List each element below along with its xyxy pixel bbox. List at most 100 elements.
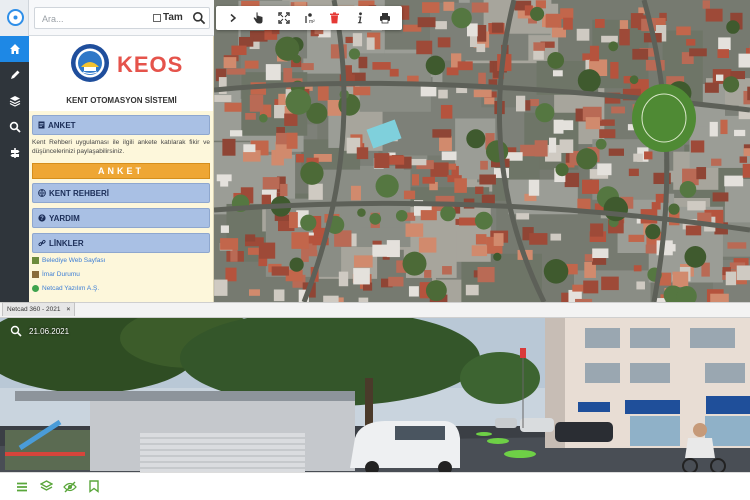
roof xyxy=(592,248,609,259)
bookmark-button[interactable] xyxy=(82,477,106,497)
roof xyxy=(563,17,573,30)
layers-icon xyxy=(9,96,20,107)
roof xyxy=(239,36,254,47)
trash-icon xyxy=(329,12,339,24)
measure-button[interactable]: m² xyxy=(300,9,318,27)
roof xyxy=(296,153,304,163)
print-button[interactable] xyxy=(376,9,394,27)
roof xyxy=(736,265,750,281)
roof xyxy=(308,183,323,200)
roof xyxy=(601,35,618,43)
section-yardim[interactable]: ? YARDIM xyxy=(32,208,210,228)
section-anket[interactable]: ANKET xyxy=(32,115,210,135)
search-input[interactable] xyxy=(42,11,147,26)
layers-toggle-button[interactable] xyxy=(34,477,58,497)
roof xyxy=(225,267,237,282)
bottom-toolbar xyxy=(0,472,750,500)
map-view[interactable] xyxy=(214,0,750,302)
info-button[interactable] xyxy=(351,9,369,27)
street-panorama[interactable] xyxy=(0,318,750,472)
roof xyxy=(409,158,427,166)
roof xyxy=(696,167,707,180)
roof xyxy=(589,45,600,62)
chevron-right-icon xyxy=(230,13,236,23)
layers-icon xyxy=(39,480,53,491)
road-marking xyxy=(504,450,536,458)
search-submit-button[interactable] xyxy=(192,11,206,30)
roof xyxy=(291,232,309,249)
flag xyxy=(520,348,526,358)
roof xyxy=(720,119,728,135)
roof xyxy=(471,2,489,13)
roof xyxy=(411,174,420,186)
pan-tool-button[interactable] xyxy=(249,9,267,27)
roof xyxy=(432,129,452,138)
street-view[interactable]: 21.06.2021 xyxy=(0,318,750,472)
panel-header: KEOS KENT OTOMASYON SİSTEMİ xyxy=(29,36,213,111)
roof xyxy=(690,140,705,153)
app-logo-icon[interactable] xyxy=(7,9,24,26)
tab-close-button[interactable]: × xyxy=(66,306,70,313)
roof xyxy=(689,48,707,57)
roof xyxy=(743,148,750,157)
roof xyxy=(283,68,293,83)
roof xyxy=(273,289,285,302)
aerial-imagery[interactable] xyxy=(214,0,750,302)
roof xyxy=(224,102,242,112)
clear-button[interactable] xyxy=(325,9,343,27)
link-netcad[interactable]: Netcad Yazılım A.Ş. xyxy=(32,285,99,292)
roof xyxy=(727,242,747,249)
visibility-toggle-button[interactable] xyxy=(58,477,82,497)
roof xyxy=(372,62,391,70)
fullscreen-button[interactable] xyxy=(275,9,293,27)
roof xyxy=(742,163,750,178)
search-box: Tam xyxy=(34,7,210,29)
anket-button[interactable]: ANKET xyxy=(32,163,210,179)
link-belediye[interactable]: Belediye Web Sayfası xyxy=(32,257,105,264)
roof xyxy=(717,49,729,59)
roof xyxy=(220,238,239,250)
roof xyxy=(388,155,405,165)
roof xyxy=(560,8,574,20)
roof xyxy=(480,160,488,170)
shop-sign xyxy=(578,402,610,412)
menu-button[interactable] xyxy=(10,477,34,497)
section-kent-rehberi[interactable]: KENT REHBERİ xyxy=(32,183,210,203)
measure-icon: m² xyxy=(305,13,315,24)
section-linkler[interactable]: LİNKLER xyxy=(32,233,210,253)
menu-icon xyxy=(17,482,27,491)
full-search-toggle[interactable]: Tam xyxy=(153,12,183,23)
tab-label: Netcad 360 - 2021 xyxy=(7,306,61,313)
roof xyxy=(417,17,436,28)
roof xyxy=(475,234,487,245)
hand-pointer-icon xyxy=(253,12,263,24)
fullscreen-icon xyxy=(277,12,290,24)
streetview-info-button[interactable] xyxy=(10,325,22,337)
print-icon xyxy=(380,13,391,24)
layers-button[interactable] xyxy=(0,88,29,114)
roof xyxy=(446,67,459,76)
full-search-checkbox[interactable] xyxy=(153,13,161,22)
roof xyxy=(520,144,537,157)
roof xyxy=(245,234,256,242)
roof xyxy=(686,39,696,46)
roof xyxy=(529,233,548,245)
link-imar[interactable]: İmar Durumu xyxy=(32,271,80,278)
search-tool-button[interactable] xyxy=(0,114,29,140)
home-button[interactable] xyxy=(0,36,29,62)
roof xyxy=(245,113,256,120)
pin-search-icon xyxy=(10,325,22,337)
draw-button[interactable] xyxy=(0,62,29,88)
expand-panel-button[interactable] xyxy=(224,9,242,27)
search-icon xyxy=(193,12,206,25)
tab-netcad-360[interactable]: Netcad 360 - 2021 × xyxy=(2,302,76,316)
roof xyxy=(374,153,390,168)
roof xyxy=(214,279,228,296)
roof xyxy=(515,95,526,112)
roof xyxy=(475,186,484,195)
left-toolbar xyxy=(0,36,29,302)
shop-sign-2 xyxy=(625,400,680,414)
route-button[interactable] xyxy=(0,140,29,166)
roof xyxy=(704,82,719,93)
app-logo-area xyxy=(0,0,29,36)
